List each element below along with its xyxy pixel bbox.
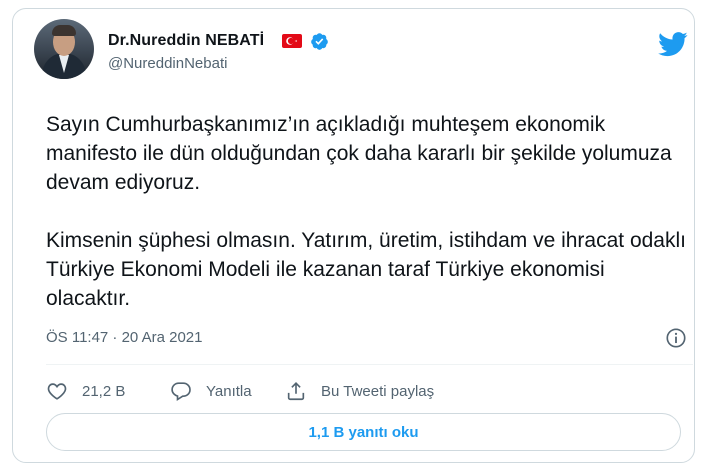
verified-badge-icon	[311, 33, 328, 50]
like-button[interactable]: 21,2 B	[46, 379, 125, 403]
tweet-text: Sayın Cumhurbaşkanımız’ın açıkladığı muh…	[46, 110, 686, 313]
tweet-card: Dr.Nureddin NEBATİ @NureddinNebati Sayın…	[12, 8, 695, 463]
like-count: 21,2 B	[82, 382, 126, 400]
divider	[46, 364, 693, 365]
heart-icon	[47, 383, 67, 400]
speech-bubble-icon	[171, 382, 191, 402]
author-handle[interactable]: @NureddinNebati	[108, 55, 227, 72]
turkey-flag-icon	[282, 34, 302, 48]
tweet-paragraph: Kimsenin şüphesi olmasın. Yatırım, üreti…	[46, 229, 686, 310]
share-upload-icon	[287, 382, 305, 401]
read-replies-button[interactable]: 1,1 B yanıtı oku	[46, 413, 681, 451]
avatar[interactable]	[34, 19, 94, 79]
reply-button[interactable]: Yanıtla	[170, 379, 252, 403]
author-display-name[interactable]: Dr.Nureddin NEBATİ	[108, 32, 264, 50]
share-label: Bu Tweeti paylaş	[321, 382, 435, 400]
share-button[interactable]: Bu Tweeti paylaş	[285, 379, 434, 403]
twitter-bird-icon[interactable]	[658, 32, 688, 57]
reply-label: Yanıtla	[206, 382, 252, 400]
info-icon[interactable]	[665, 327, 687, 349]
tweet-timestamp[interactable]: ÖS 11:47 · 20 Ara 2021	[46, 329, 203, 346]
tweet-paragraph: Sayın Cumhurbaşkanımız’ın açıkladığı muh…	[46, 113, 672, 194]
